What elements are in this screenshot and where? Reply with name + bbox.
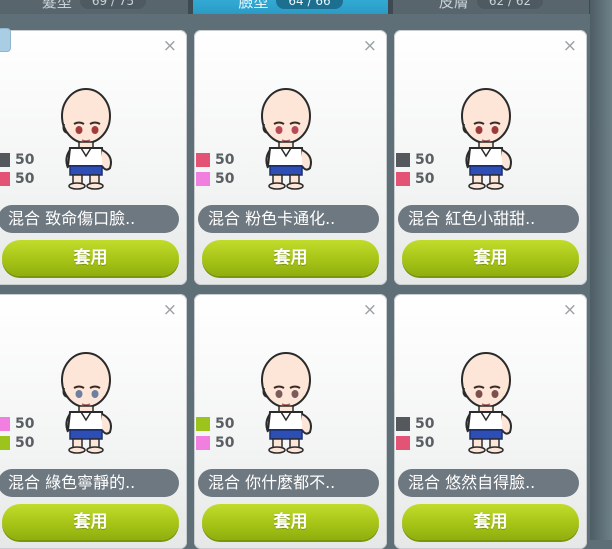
character-avatar-image	[261, 352, 312, 454]
stat-value-1: 50	[415, 415, 435, 432]
stat-row-2: 50	[0, 433, 34, 452]
stat-value-2: 50	[15, 170, 35, 187]
tab-hair[interactable]: 髮型 69 / 75	[0, 0, 188, 14]
face-card[interactable]: × 50 50	[394, 30, 587, 285]
stat-row-1: 50	[196, 414, 234, 433]
face-name-label: 混合 綠色寧靜的..	[0, 469, 179, 497]
tab-skin-count: 62 / 62	[476, 0, 544, 9]
color-mix-stats: 50 50	[396, 414, 434, 452]
face-card[interactable]: × 50 50	[394, 294, 587, 549]
stat-value-1: 50	[15, 151, 35, 168]
color-swatch-2	[396, 435, 410, 450]
character-avatar-image	[461, 352, 512, 454]
apply-button[interactable]: 套用	[2, 504, 179, 540]
stat-row-2: 50	[196, 169, 234, 188]
color-swatch-2	[0, 435, 10, 450]
stat-row-1: 50	[396, 414, 434, 433]
stat-value-1: 50	[215, 151, 235, 168]
color-swatch-2	[0, 171, 10, 186]
color-swatch-2	[396, 171, 410, 186]
face-name-label: 混合 悠然自得臉..	[398, 469, 579, 497]
face-name-label: 混合 粉色卡通化..	[198, 205, 379, 233]
color-swatch-1	[196, 416, 210, 431]
face-name-label: 混合 你什麼都不..	[198, 469, 379, 497]
face-card[interactable]: × 50 50	[0, 30, 187, 285]
stat-value-2: 50	[215, 170, 235, 187]
stat-value-2: 50	[215, 434, 235, 451]
stat-row-2: 50	[396, 433, 434, 452]
stat-value-1: 50	[15, 415, 35, 432]
color-mix-stats: 50 50	[196, 414, 234, 452]
tab-face-count: 64 / 66	[276, 0, 343, 9]
character-avatar-image	[261, 88, 312, 190]
tab-face[interactable]: 臉型 64 / 66	[193, 0, 388, 14]
stat-value-2: 50	[415, 170, 435, 187]
stat-row-1: 50	[396, 150, 434, 169]
character-avatar-image	[461, 88, 512, 190]
tab-skin[interactable]: 皮膚 62 / 62	[393, 0, 589, 14]
window-edge	[590, 0, 612, 540]
stat-value-2: 50	[415, 434, 435, 451]
close-icon[interactable]: ×	[363, 302, 377, 319]
color-swatch-2	[196, 171, 210, 186]
apply-button[interactable]: 套用	[202, 240, 379, 276]
color-mix-stats: 50 50	[0, 150, 34, 188]
color-mix-stats: 50 50	[0, 414, 34, 452]
close-icon[interactable]: ×	[163, 302, 177, 319]
stat-row-1: 50	[0, 414, 34, 433]
stat-row-2: 50	[396, 169, 434, 188]
character-avatar-image	[61, 352, 112, 454]
close-icon[interactable]: ×	[163, 38, 177, 55]
apply-button[interactable]: 套用	[402, 240, 579, 276]
stat-row-2: 50	[196, 433, 234, 452]
color-mix-stats: 50 50	[396, 150, 434, 188]
apply-button[interactable]: 套用	[202, 504, 379, 540]
tab-skin-label: 皮膚	[438, 0, 469, 11]
stat-value-1: 50	[415, 151, 435, 168]
color-swatch-1	[0, 152, 10, 167]
stat-row-1: 50	[196, 150, 234, 169]
face-name-label: 混合 致命傷口臉..	[0, 205, 179, 233]
close-icon[interactable]: ×	[363, 38, 377, 55]
color-swatch-1	[396, 416, 410, 431]
color-swatch-2	[196, 435, 210, 450]
close-icon[interactable]: ×	[563, 38, 577, 55]
tab-face-label: 臉型	[238, 0, 269, 11]
apply-button[interactable]: 套用	[402, 504, 579, 540]
color-swatch-1	[196, 152, 210, 167]
apply-button[interactable]: 套用	[2, 240, 179, 276]
color-swatch-1	[0, 416, 10, 431]
stat-row-1: 50	[0, 150, 34, 169]
face-card[interactable]: × 50 50	[0, 294, 187, 549]
tab-hair-label: 髮型	[41, 0, 72, 11]
character-avatar-image	[61, 88, 112, 190]
stat-row-2: 50	[0, 169, 34, 188]
category-tab-bar: 髮型 69 / 75 臉型 64 / 66 皮膚 62 / 62	[0, 0, 612, 14]
stat-value-1: 50	[215, 415, 235, 432]
face-name-label: 混合 紅色小甜甜..	[398, 205, 579, 233]
face-card[interactable]: × 50 50	[194, 30, 387, 285]
side-handle-icon	[0, 28, 11, 52]
face-card[interactable]: × 50 50	[194, 294, 387, 549]
tab-hair-count: 69 / 75	[79, 0, 147, 9]
color-swatch-1	[396, 152, 410, 167]
close-icon[interactable]: ×	[563, 302, 577, 319]
stat-value-2: 50	[15, 434, 35, 451]
color-mix-stats: 50 50	[196, 150, 234, 188]
